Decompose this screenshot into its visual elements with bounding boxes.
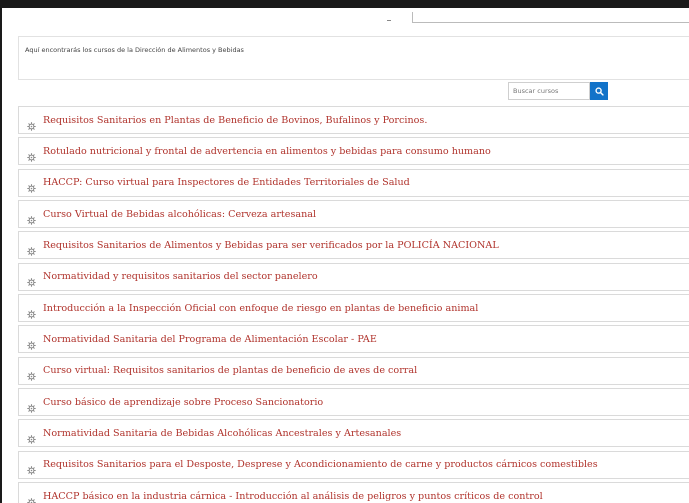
course-title-link[interactable]: Curso virtual: Requisitos sanitarios de … xyxy=(43,365,417,376)
course-title-link[interactable]: Normatividad Sanitaria de Bebidas Alcohó… xyxy=(43,428,401,439)
course-title-link[interactable]: Rotulado nutricional y frontal de advert… xyxy=(43,146,491,157)
course-gear-icon xyxy=(27,304,36,319)
course-title-link[interactable]: Introducción a la Inspección Oficial con… xyxy=(43,303,478,314)
course-gear-icon xyxy=(27,147,36,162)
course-item[interactable]: Curso virtual: Requisitos sanitarios de … xyxy=(18,356,689,385)
course-item[interactable]: Requisitos Sanitarios para el Desposte, … xyxy=(18,450,689,479)
course-gear-icon xyxy=(27,429,36,444)
course-title-link[interactable]: HACCP básico en la industria cárnica - I… xyxy=(43,491,543,502)
course-gear-icon xyxy=(27,366,36,382)
top-separator xyxy=(387,20,391,21)
course-list: Requisitos Sanitarios en Plantas de Bene… xyxy=(18,106,689,503)
course-title-link[interactable]: Requisitos Sanitarios para el Desposte, … xyxy=(43,459,598,470)
course-gear-icon xyxy=(27,241,36,256)
course-item[interactable]: Rotulado nutricional y frontal de advert… xyxy=(18,137,689,166)
course-item[interactable]: HACCP básico en la industria cárnica - I… xyxy=(18,482,689,503)
course-gear-icon xyxy=(27,272,36,288)
course-gear-icon xyxy=(27,335,36,350)
search-input[interactable] xyxy=(508,82,590,100)
top-strip xyxy=(2,8,689,30)
search-icon xyxy=(594,86,604,96)
search-button[interactable] xyxy=(590,82,608,100)
course-item[interactable]: Curso básico de aprendizaje sobre Proces… xyxy=(18,388,689,417)
intro-box: Aquí encontrarás los cursos de la Direcc… xyxy=(18,36,689,80)
course-title-link[interactable]: Curso básico de aprendizaje sobre Proces… xyxy=(43,397,323,408)
course-item[interactable]: Normatividad Sanitaria del Programa de A… xyxy=(18,325,689,354)
course-title-link[interactable]: Normatividad y requisitos sanitarios del… xyxy=(43,271,318,282)
course-item[interactable]: Requisitos Sanitarios en Plantas de Bene… xyxy=(18,106,689,134)
course-item[interactable]: HACCP: Curso virtual para Inspectores de… xyxy=(18,168,689,197)
course-item[interactable]: Curso Virtual de Bebidas alcohólicas: Ce… xyxy=(18,200,689,229)
page-frame: Aquí encontrarás los cursos de la Direcc… xyxy=(2,8,689,503)
intro-text: Aquí encontrarás los cursos de la Direcc… xyxy=(25,46,244,54)
course-search xyxy=(508,82,608,100)
course-gear-icon xyxy=(27,398,36,413)
course-title-link[interactable]: Requisitos Sanitarios de Alimentos y Beb… xyxy=(43,240,499,251)
course-gear-icon xyxy=(27,178,36,194)
course-title-link[interactable]: Curso Virtual de Bebidas alcohólicas: Ce… xyxy=(43,209,316,220)
course-title-link[interactable]: Normatividad Sanitaria del Programa de A… xyxy=(43,334,377,345)
course-title-link[interactable]: Requisitos Sanitarios en Plantas de Bene… xyxy=(43,115,427,126)
course-gear-icon xyxy=(27,460,36,476)
course-title-link[interactable]: HACCP: Curso virtual para Inspectores de… xyxy=(43,177,410,188)
top-field-edge xyxy=(412,12,689,23)
course-item[interactable]: Normatividad y requisitos sanitarios del… xyxy=(18,262,689,291)
course-item[interactable]: Normatividad Sanitaria de Bebidas Alcohó… xyxy=(18,419,689,448)
course-item[interactable]: Introducción a la Inspección Oficial con… xyxy=(18,294,689,323)
course-gear-icon xyxy=(27,116,36,131)
course-gear-icon xyxy=(27,210,36,225)
course-gear-icon xyxy=(27,492,36,503)
course-item[interactable]: Requisitos Sanitarios de Alimentos y Beb… xyxy=(18,231,689,260)
